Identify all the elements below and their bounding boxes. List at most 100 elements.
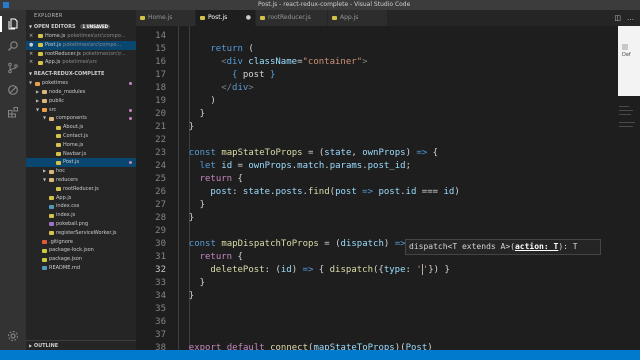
tab-rootreducerjs[interactable]: rootReducer.js — [256, 10, 328, 26]
unsaved-badge: 1 UNSAVED — [80, 24, 110, 29]
debug-icon[interactable] — [5, 82, 21, 98]
tree-item[interactable]: index.css — [26, 202, 136, 211]
file-name: App.js — [45, 59, 61, 66]
extensions-icon[interactable] — [5, 104, 21, 120]
tree-item-label: package-lock.json — [49, 247, 94, 254]
open-editor-item[interactable]: × Home.js poketimes\src\compo... — [26, 32, 136, 41]
tree-item-label: index.js — [56, 212, 76, 219]
tree-item[interactable]: rootReducer.js — [26, 185, 136, 194]
chevron-down-icon: ▼ — [43, 176, 47, 182]
close-icon[interactable]: × — [29, 32, 33, 41]
tree-item[interactable]: App.js — [26, 194, 136, 203]
files-icon[interactable] — [0, 16, 26, 32]
open-editors-header[interactable]: ▼ OPEN EDITORS 1 UNSAVED — [26, 22, 136, 32]
tree-item[interactable]: .gitignore — [26, 238, 136, 247]
md-file-icon — [42, 266, 47, 271]
tree-item-label: App.js — [56, 194, 72, 201]
js-file-icon — [49, 213, 54, 218]
tab-homejs[interactable]: Home.js — [136, 10, 196, 26]
open-editor-label: rootReducer.js poketimes\src\r... — [45, 50, 126, 59]
activity-bar — [0, 10, 26, 350]
tree-item[interactable]: ▼ components — [26, 114, 136, 123]
chevron-right-icon: ▶ — [36, 88, 40, 94]
status-bar — [0, 350, 640, 360]
chevron-right-icon: ▶ — [43, 168, 47, 174]
tree-item-label: reducers — [56, 176, 78, 183]
source-control-icon[interactable] — [5, 60, 21, 76]
modified-dot-icon — [129, 82, 132, 86]
unsaved-dot-icon[interactable]: ● — [29, 41, 33, 50]
editor-actions: ◫… — [614, 10, 640, 26]
search-icon[interactable] — [5, 38, 21, 54]
tree-item[interactable]: package.json — [26, 255, 136, 264]
split-editor-icon[interactable]: ◫ — [614, 14, 621, 22]
unsaved-dot-icon[interactable]: ● — [246, 10, 251, 26]
tree-item[interactable]: pokeball.png — [26, 220, 136, 229]
img-file-icon — [49, 222, 54, 227]
modified-dot-icon — [129, 161, 132, 165]
tree-item[interactable]: package-lock.json — [26, 246, 136, 255]
close-icon[interactable]: × — [29, 58, 33, 67]
tree-item[interactable]: README.md — [26, 264, 136, 273]
tree-item[interactable]: ▼ src — [26, 106, 136, 115]
tree-item[interactable]: ▼ reducers — [26, 176, 136, 185]
tree-item[interactable]: registerServiceWorker.js — [26, 229, 136, 238]
editor-tabs: Home.js Post.js ● rootReducer.js App.js ◫… — [136, 10, 640, 26]
title-bar: Post.js - react-redux-complete - Visual … — [0, 0, 640, 10]
open-editor-label: App.js poketimes\src — [45, 58, 97, 67]
tree-item[interactable]: ▶ node_modules — [26, 88, 136, 97]
tree-item[interactable]: Navbar.js — [26, 150, 136, 159]
open-editor-label: Post.js poketimes\src\compo... — [45, 41, 121, 50]
modified-dot-icon — [129, 108, 132, 112]
folder-icon — [42, 99, 47, 104]
tree-item[interactable]: ▼ poketimes — [26, 79, 136, 88]
open-editor-item[interactable]: × rootReducer.js poketimes\src\r... — [26, 50, 136, 59]
open-editor-item[interactable]: × App.js poketimes\src — [26, 58, 136, 67]
js-file-icon — [332, 16, 337, 20]
project-header[interactable]: ▼ REACT-REDUX-COMPLETE — [26, 69, 136, 80]
chevron-right-icon: ▶ — [36, 97, 40, 103]
js-file-icon — [140, 16, 145, 20]
tree-item-label: src — [49, 106, 57, 113]
css-file-icon — [49, 204, 54, 209]
tab-postjs[interactable]: Post.js ● — [196, 10, 256, 26]
webcam-overlay: Def — [618, 26, 640, 96]
code-text: export default connect(mapStateToProps)(… — [188, 343, 433, 350]
chevron-down-icon: ▼ — [36, 106, 40, 112]
chevron-down-icon: ▼ — [29, 71, 33, 77]
tree-item-label: Post.js — [63, 159, 80, 166]
tree-item[interactable]: ▶ public — [26, 97, 136, 106]
tree-item-label: README.md — [49, 264, 81, 271]
tree-item-label: rootReducer.js — [63, 185, 99, 192]
close-icon[interactable]: × — [29, 50, 33, 59]
line-number: 38 — [155, 343, 166, 350]
modified-dot-icon — [129, 117, 132, 121]
chevron-down-icon: ▼ — [29, 80, 33, 86]
open-editor-item[interactable]: ● Post.js poketimes\src\compo... — [26, 40, 136, 50]
tree-item[interactable]: Home.js — [26, 141, 136, 150]
folder-icon — [42, 90, 47, 95]
git-file-icon — [42, 239, 47, 244]
tree-item[interactable]: ▶ hoc — [26, 167, 136, 176]
tree-item[interactable]: Contact.js — [26, 132, 136, 141]
tree-item[interactable]: About.js — [26, 123, 136, 132]
folder-icon — [49, 169, 54, 174]
tab-label: rootReducer.js — [268, 14, 311, 21]
outline-header[interactable]: ▶ OUTLINE — [26, 340, 136, 350]
file-name: Home.js — [45, 33, 66, 39]
tree-item[interactable]: Post.js — [26, 158, 136, 168]
settings-gear-icon[interactable] — [5, 328, 21, 344]
file-path: poketimes\src\compo... — [67, 33, 126, 39]
tree-item[interactable]: index.js — [26, 211, 136, 220]
tab-label: Post.js — [208, 14, 228, 21]
code-line: 38 export default connect(mapStateToProps… — [136, 340, 616, 350]
tree-item-label: poketimes — [42, 80, 68, 87]
js-file-icon — [38, 34, 43, 39]
tab-appjs[interactable]: App.js — [328, 10, 388, 26]
js-file-icon — [56, 125, 61, 130]
tree-item-label: node_modules — [49, 88, 86, 95]
more-actions-icon[interactable]: … — [627, 14, 634, 22]
chevron-down-icon: ▼ — [43, 115, 47, 121]
code-editor[interactable]: 14 15 return (16 <div className="container"… — [136, 26, 616, 350]
folder-icon — [42, 107, 47, 112]
